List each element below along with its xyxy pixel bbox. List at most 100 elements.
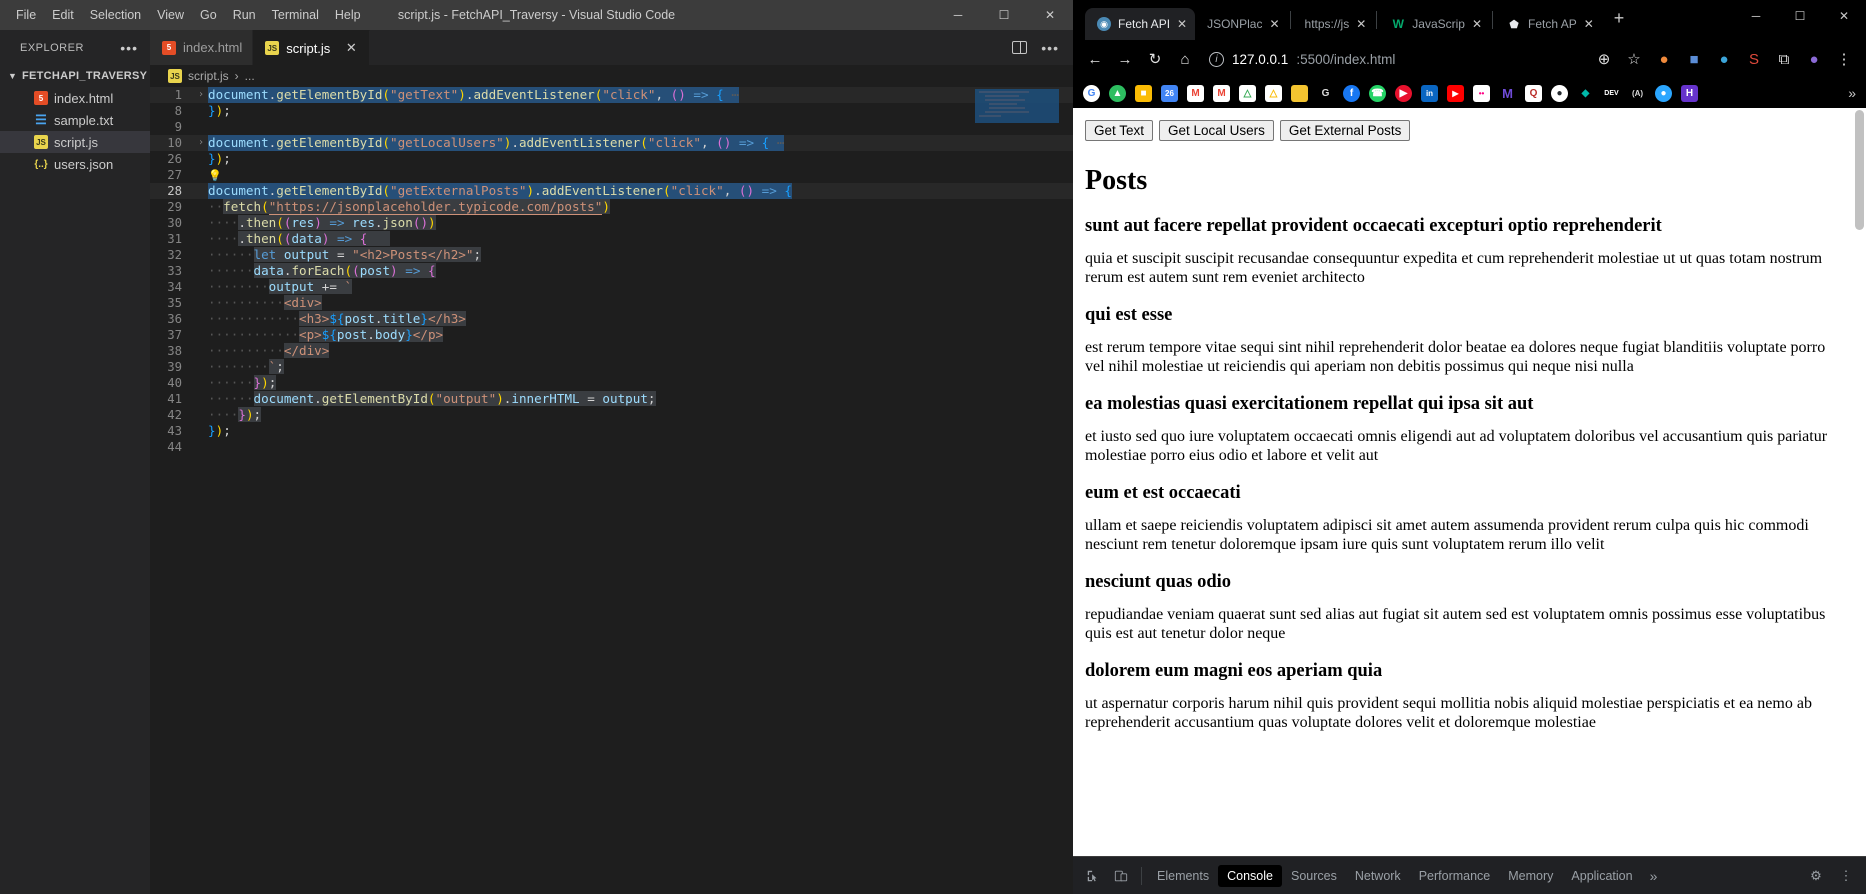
page-scrollbar[interactable]	[1853, 108, 1866, 856]
home-button[interactable]: ⌂	[1171, 45, 1199, 73]
devtools-tab-memory[interactable]: Memory	[1499, 865, 1562, 887]
scrollbar-thumb[interactable]	[1855, 110, 1864, 230]
extension-icon-4[interactable]: S	[1740, 45, 1768, 73]
close-icon[interactable]: ✕	[1356, 17, 1366, 31]
new-tab-button[interactable]: +	[1602, 8, 1637, 33]
address-bar[interactable]: i 127.0.0.1:5500/index.html	[1201, 45, 1588, 73]
whatsapp-bookmark[interactable]: ☎	[1369, 84, 1386, 102]
file-item-sample-txt[interactable]: ☰ sample.txt	[0, 109, 150, 131]
teal-bookmark[interactable]: ◆	[1577, 85, 1594, 102]
extension-icon-1[interactable]: ●	[1650, 45, 1678, 73]
file-item-index-html[interactable]: 5 index.html	[0, 87, 150, 109]
close-icon[interactable]: ✕	[1584, 17, 1594, 31]
zoom-icon[interactable]: ⊕	[1590, 45, 1618, 73]
github-bookmark[interactable]: ●	[1551, 84, 1568, 102]
drive-bookmark[interactable]: △	[1239, 84, 1256, 102]
devtools-tab-network[interactable]: Network	[1346, 865, 1410, 887]
extensions-icon[interactable]: ⧉	[1770, 45, 1798, 73]
menu-edit[interactable]: Edit	[44, 4, 82, 26]
evernote-bookmark[interactable]: ▲	[1109, 84, 1126, 102]
medium-bookmark[interactable]: M	[1499, 85, 1516, 102]
flickr-bookmark[interactable]: ••	[1473, 84, 1490, 102]
devtools-menu-icon[interactable]: ⋮	[1832, 863, 1860, 889]
get-text-button[interactable]: Get Text	[1085, 120, 1154, 141]
bookmark-star-icon[interactable]: ☆	[1620, 45, 1648, 73]
editor-more-icon[interactable]: •••	[1041, 41, 1059, 55]
editor-scrollbar[interactable]	[1059, 87, 1073, 894]
h-bookmark[interactable]: H	[1681, 84, 1698, 102]
keep-bookmark[interactable]: ■	[1135, 84, 1152, 102]
youtube-bookmark[interactable]: ▶	[1447, 84, 1464, 102]
menu-selection[interactable]: Selection	[82, 4, 149, 26]
g-bookmark[interactable]: G	[1317, 85, 1334, 102]
extension-icon-3[interactable]: ●	[1710, 45, 1738, 73]
vscode-menubar[interactable]: File Edit Selection View Go Run Terminal…	[0, 4, 369, 26]
minimize-button[interactable]: ─	[1734, 0, 1778, 32]
menu-terminal[interactable]: Terminal	[264, 4, 327, 26]
maximize-button[interactable]: ☐	[981, 0, 1027, 30]
get-local-users-button[interactable]: Get Local Users	[1159, 120, 1274, 141]
explorer-more-icon[interactable]: •••	[120, 41, 138, 55]
back-button[interactable]: ←	[1081, 45, 1109, 73]
editor-tab-index-html[interactable]: 5 index.html	[150, 30, 254, 65]
browser-menu-icon[interactable]: ⋮	[1830, 45, 1858, 73]
extension-icon-2[interactable]: ■	[1680, 45, 1708, 73]
close-icon[interactable]: ✕	[1472, 17, 1482, 31]
site-information-icon[interactable]: i	[1209, 51, 1224, 67]
menu-file[interactable]: File	[8, 4, 44, 26]
profile-avatar[interactable]: ●	[1800, 45, 1828, 73]
youtube-music-bookmark[interactable]: ▶	[1395, 84, 1412, 102]
devtools-tab-console[interactable]: Console	[1218, 864, 1282, 887]
gmail-bookmark[interactable]: M	[1187, 84, 1204, 102]
gear-icon[interactable]: ⚙	[1802, 863, 1830, 889]
browser-tab-4[interactable]: ⬟ Fetch AP ✕	[1495, 8, 1602, 40]
close-button[interactable]: ✕	[1822, 0, 1866, 32]
split-editor-icon[interactable]	[1012, 41, 1028, 54]
browser-tab-0[interactable]: ◉ Fetch API ✕	[1085, 8, 1196, 40]
chevron-down-icon[interactable]: ▼	[8, 71, 22, 81]
a-bookmark[interactable]: (A)	[1629, 85, 1646, 102]
forward-button[interactable]: →	[1111, 45, 1139, 73]
close-icon[interactable]: ✕	[1177, 17, 1187, 31]
editor-tab-script-js[interactable]: JS script.js ✕	[253, 30, 371, 65]
device-toolbar-icon[interactable]	[1107, 863, 1135, 889]
browser-tab-1[interactable]: JSONPlac ✕	[1195, 8, 1287, 40]
reload-button[interactable]: ↻	[1141, 45, 1169, 73]
google-bookmark[interactable]: G	[1083, 84, 1100, 102]
calendar-bookmark[interactable]: 26	[1161, 84, 1178, 102]
code-editor[interactable]: 1 › document.getElementById("getText").add…	[150, 87, 1073, 894]
drive2-bookmark[interactable]: △	[1265, 84, 1282, 102]
tenor-bookmark[interactable]: ●	[1655, 84, 1672, 102]
menu-run[interactable]: Run	[225, 4, 264, 26]
browser-tab-3[interactable]: W JavaScrip ✕	[1379, 8, 1490, 40]
code-lines[interactable]: 1 › document.getElementById("getText").add…	[150, 87, 1073, 894]
breadcrumb-rest[interactable]: ...	[245, 69, 255, 83]
gmail2-bookmark[interactable]: M	[1213, 84, 1230, 102]
devtools-tab-performance[interactable]: Performance	[1410, 865, 1500, 887]
bookmarks-overflow-icon[interactable]: »	[1848, 85, 1856, 101]
quora-bookmark[interactable]: Q	[1525, 84, 1542, 102]
menu-go[interactable]: Go	[192, 4, 225, 26]
browser-tab-2[interactable]: https://js ✕	[1293, 8, 1375, 40]
workspace-root[interactable]: ▼ FETCHAPI_TRAVERSY	[0, 65, 150, 87]
minimize-button[interactable]: ─	[935, 0, 981, 30]
close-button[interactable]: ✕	[1027, 0, 1073, 30]
dev-bookmark[interactable]: DEV	[1603, 85, 1620, 102]
file-item-script-js[interactable]: JS script.js	[0, 131, 150, 153]
lightbulb-icon[interactable]: 💡	[208, 169, 222, 182]
fold-icon[interactable]: ›	[194, 87, 208, 103]
breadcrumb-file[interactable]: script.js	[188, 69, 229, 83]
facebook-bookmark[interactable]: f	[1343, 84, 1360, 102]
devtools-tab-sources[interactable]: Sources	[1282, 865, 1346, 887]
fold-icon[interactable]: ›	[194, 135, 208, 151]
menu-help[interactable]: Help	[327, 4, 369, 26]
linkedin-bookmark[interactable]: in	[1421, 84, 1438, 102]
devtools-tab-elements[interactable]: Elements	[1148, 865, 1218, 887]
file-item-users-json[interactable]: {..} users.json	[0, 153, 150, 175]
get-external-posts-button[interactable]: Get External Posts	[1279, 120, 1411, 141]
inspect-element-icon[interactable]	[1079, 863, 1107, 889]
devtools-tab-application[interactable]: Application	[1562, 865, 1641, 887]
menu-view[interactable]: View	[149, 4, 192, 26]
folder-bookmark[interactable]	[1291, 84, 1308, 102]
editor-minimap[interactable]	[975, 87, 1059, 894]
